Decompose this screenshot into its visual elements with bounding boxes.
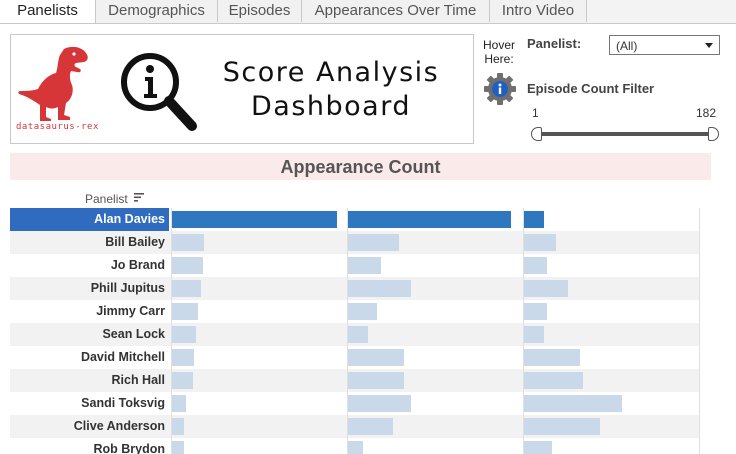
panelist-label[interactable]: Alan Davies bbox=[10, 208, 169, 231]
bar-mark[interactable] bbox=[523, 372, 583, 389]
panelist-label[interactable]: Rob Brydon bbox=[10, 438, 169, 454]
bar-mark[interactable] bbox=[523, 257, 547, 274]
hover-hint-line2: Here: bbox=[484, 52, 514, 66]
bar-mark[interactable] bbox=[347, 395, 411, 412]
bar-mark[interactable] bbox=[347, 326, 368, 343]
table-row[interactable]: Clive Anderson bbox=[10, 415, 699, 438]
panelist-dropdown-value: (All) bbox=[616, 39, 638, 53]
panelist-label[interactable]: David Mitchell bbox=[10, 346, 169, 369]
table-row[interactable]: Rich Hall bbox=[10, 369, 699, 392]
panelist-label[interactable]: Rich Hall bbox=[10, 369, 169, 392]
tab-bar: Panelists Demographics Episodes Appearan… bbox=[0, 0, 736, 24]
bar-mark[interactable] bbox=[523, 211, 544, 228]
section-band: Appearance Count bbox=[10, 153, 711, 180]
bar-mark[interactable] bbox=[171, 303, 198, 320]
bar-chart: Alan Davies Bill Bailey Jo Brand Phill Jupi… bbox=[10, 208, 699, 454]
dashboard-title-line2: Dashboard bbox=[251, 91, 411, 122]
tab-episodes[interactable]: Episodes bbox=[218, 0, 302, 22]
panelist-label[interactable]: Jimmy Carr bbox=[10, 300, 169, 323]
dashboard-title-line1: Score Analysis bbox=[222, 57, 440, 88]
bar-mark[interactable] bbox=[347, 280, 411, 297]
table-row[interactable]: Sandi Toksvig bbox=[10, 392, 699, 415]
dinosaur-logo bbox=[18, 46, 88, 122]
bar-mark[interactable] bbox=[523, 234, 556, 251]
section-title: Appearance Count bbox=[280, 157, 441, 177]
bar-mark[interactable] bbox=[171, 326, 196, 343]
panel-divider bbox=[347, 208, 348, 454]
bar-mark[interactable] bbox=[347, 349, 404, 366]
bar-mark[interactable] bbox=[171, 395, 186, 412]
brand-text: datasaurus-rex bbox=[16, 122, 99, 132]
sort-icon[interactable] bbox=[133, 191, 145, 203]
episode-count-filter-label: Episode Count Filter bbox=[527, 81, 655, 96]
bar-mark[interactable] bbox=[171, 441, 184, 454]
hover-hint-line1: Hover bbox=[483, 38, 516, 52]
table-row[interactable]: Phill Jupitus bbox=[10, 277, 699, 300]
bar-mark[interactable] bbox=[347, 211, 511, 228]
panelist-label[interactable]: Clive Anderson bbox=[10, 415, 169, 438]
panelist-label[interactable]: Sandi Toksvig bbox=[10, 392, 169, 415]
panel-divider bbox=[523, 208, 524, 454]
bar-mark[interactable] bbox=[523, 395, 622, 412]
bar-mark[interactable] bbox=[171, 211, 337, 228]
table-row[interactable]: Rob Brydon bbox=[10, 438, 699, 454]
tab-appearances-over-time[interactable]: Appearances Over Time bbox=[302, 0, 490, 22]
chevron-down-icon bbox=[705, 43, 713, 48]
bar-mark[interactable] bbox=[171, 257, 203, 274]
tab-panelists[interactable]: Panelists bbox=[0, 0, 96, 23]
bar-mark[interactable] bbox=[171, 349, 194, 366]
bar-mark[interactable] bbox=[523, 326, 544, 343]
bar-mark[interactable] bbox=[523, 280, 568, 297]
bar-mark[interactable] bbox=[347, 372, 404, 389]
table-row[interactable]: David Mitchell bbox=[10, 346, 699, 369]
table-row[interactable]: Jo Brand bbox=[10, 254, 699, 277]
hover-hint: Hover Here: bbox=[483, 38, 515, 66]
dashboard-header: datasaurus-rex Score Analysis Dashboard bbox=[10, 34, 474, 144]
panel-divider bbox=[699, 208, 700, 454]
column-header-panelist[interactable]: Panelist bbox=[85, 192, 128, 206]
panelist-label[interactable]: Jo Brand bbox=[10, 254, 169, 277]
panelist-dropdown[interactable]: (All) bbox=[609, 35, 720, 55]
bar-mark[interactable] bbox=[171, 418, 184, 435]
tab-intro-video[interactable]: Intro Video bbox=[490, 0, 587, 22]
panelist-label[interactable]: Phill Jupitus bbox=[10, 277, 169, 300]
bar-mark[interactable] bbox=[523, 303, 547, 320]
table-row[interactable]: Jimmy Carr bbox=[10, 300, 699, 323]
gear-info-icon[interactable] bbox=[483, 72, 517, 106]
bar-mark[interactable] bbox=[347, 418, 393, 435]
bar-mark[interactable] bbox=[347, 303, 377, 320]
bar-mark[interactable] bbox=[523, 349, 580, 366]
bar-mark[interactable] bbox=[171, 372, 193, 389]
panelist-filter-label: Panelist: bbox=[527, 36, 582, 51]
bar-mark[interactable] bbox=[171, 234, 204, 251]
panelist-label[interactable]: Sean Lock bbox=[10, 323, 169, 346]
bar-mark[interactable] bbox=[523, 418, 600, 435]
episode-range-slider[interactable] bbox=[537, 132, 713, 136]
bar-mark[interactable] bbox=[347, 234, 399, 251]
range-min-label: 1 bbox=[532, 106, 539, 120]
bar-mark[interactable] bbox=[347, 257, 381, 274]
table-row[interactable]: Bill Bailey bbox=[10, 231, 699, 254]
panel-divider bbox=[171, 208, 172, 454]
bar-mark[interactable] bbox=[171, 280, 201, 297]
table-row[interactable]: Alan Davies bbox=[10, 208, 699, 231]
slider-min-handle[interactable] bbox=[531, 127, 542, 141]
info-magnifier-icon bbox=[121, 53, 197, 131]
bar-mark[interactable] bbox=[347, 441, 363, 454]
range-max-label: 182 bbox=[696, 106, 717, 120]
bar-mark[interactable] bbox=[523, 441, 552, 454]
panelist-label[interactable]: Bill Bailey bbox=[10, 231, 169, 254]
tab-demographics[interactable]: Demographics bbox=[96, 0, 218, 22]
table-row[interactable]: Sean Lock bbox=[10, 323, 699, 346]
slider-max-handle[interactable] bbox=[708, 127, 719, 141]
